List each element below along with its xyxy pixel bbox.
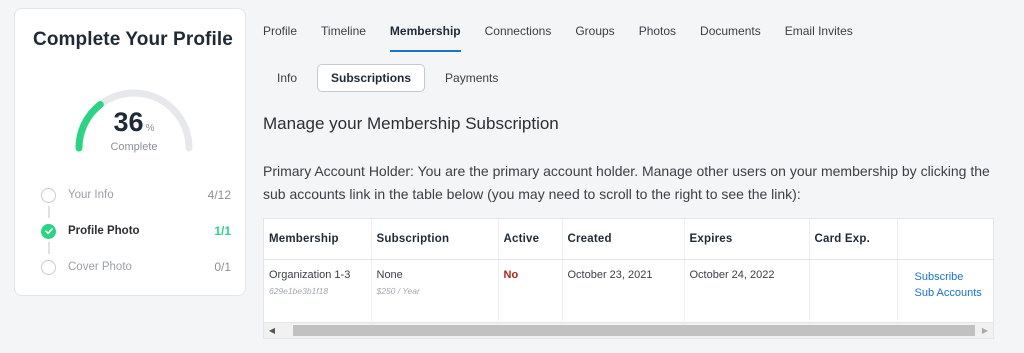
step-circle-icon: [41, 187, 56, 203]
scroll-left-arrow-icon[interactable]: ◀: [264, 323, 280, 338]
section-title: Manage your Membership Subscription: [263, 114, 559, 133]
subscriptions-table: Membership Subscription Active Created E…: [263, 218, 994, 339]
step-profile-photo[interactable]: Profile Photo 1/1: [41, 213, 231, 249]
membership-id: 629e1be3b1f18: [269, 285, 329, 296]
step-label: Profile Photo: [68, 225, 140, 237]
tab-documents[interactable]: Documents: [700, 24, 761, 50]
cell-created: October 23, 2021: [562, 259, 685, 321]
membership-name: Organization 1-3: [269, 268, 351, 281]
col-created: Created: [562, 219, 685, 260]
profile-tabs: Profile Timeline Membership Connections …: [263, 24, 877, 52]
horizontal-scrollbar[interactable]: ◀ ▶: [264, 322, 993, 338]
cell-card-exp: [809, 259, 898, 321]
subtab-info[interactable]: Info: [263, 64, 311, 92]
tab-groups[interactable]: Groups: [575, 24, 614, 50]
step-count: 0/1: [214, 260, 231, 274]
scroll-right-arrow-icon[interactable]: ▶: [977, 323, 993, 338]
tab-membership[interactable]: Membership: [389, 24, 461, 52]
scroll-thumb[interactable]: [293, 325, 975, 336]
step-count: 4/12: [207, 188, 231, 202]
progress-percent: 36%: [113, 107, 155, 137]
tab-connections[interactable]: Connections: [485, 24, 552, 50]
sub-accounts-link[interactable]: Sub Accounts: [915, 285, 994, 301]
cell-actions: Subscribe Sub Accounts: [897, 259, 994, 321]
tab-email-invites[interactable]: Email Invites: [785, 24, 853, 50]
col-subscription: Subscription: [371, 219, 499, 260]
table-row: Organization 1-3 629e1be3b1f18 None $250…: [264, 259, 994, 321]
subscribe-link[interactable]: Subscribe: [915, 269, 994, 285]
step-connector: [48, 206, 50, 218]
active-status: No: [503, 268, 519, 281]
tab-timeline[interactable]: Timeline: [321, 24, 366, 50]
col-membership: Membership: [264, 219, 372, 260]
cell-active: No: [498, 259, 563, 321]
cell-membership: Organization 1-3 629e1be3b1f18: [264, 259, 372, 321]
step-circle-icon: [41, 259, 56, 275]
step-label: Your Info: [68, 189, 114, 201]
profile-steps: Your Info 4/12 Profile Photo 1/1 Cover P…: [41, 177, 231, 285]
step-count: 1/1: [214, 224, 231, 238]
tab-profile[interactable]: Profile: [263, 24, 297, 50]
cell-expires: October 24, 2022: [684, 259, 810, 321]
membership-subtabs: Info Subscriptions Payments: [263, 64, 518, 92]
account-holder-description: Primary Account Holder: You are the prim…: [263, 163, 990, 202]
progress-label: Complete: [110, 141, 158, 153]
step-cover-photo[interactable]: Cover Photo 0/1: [41, 249, 231, 285]
cell-subscription: None $250 / Year: [371, 259, 499, 321]
tab-photos[interactable]: Photos: [639, 24, 676, 50]
subscription-name: None: [376, 268, 403, 281]
progress-gauge: 36% Complete: [59, 73, 209, 163]
step-connector: [48, 242, 50, 254]
col-card-exp: Card Exp.: [809, 219, 898, 260]
col-actions: [897, 219, 993, 260]
subtab-payments[interactable]: Payments: [431, 64, 512, 92]
subscription-price: $250 / Year: [376, 285, 420, 296]
table-header-row: Membership Subscription Active Created E…: [264, 219, 993, 260]
step-label: Cover Photo: [68, 261, 132, 273]
subtab-subscriptions[interactable]: Subscriptions: [317, 64, 426, 92]
card-title: Complete Your Profile: [33, 29, 233, 50]
col-expires: Expires: [684, 219, 810, 260]
col-active: Active: [498, 219, 563, 260]
check-circle-icon: [41, 223, 56, 239]
profile-completion-card: Complete Your Profile 36% Complete Your …: [14, 8, 246, 296]
step-your-info[interactable]: Your Info 4/12: [41, 177, 231, 213]
